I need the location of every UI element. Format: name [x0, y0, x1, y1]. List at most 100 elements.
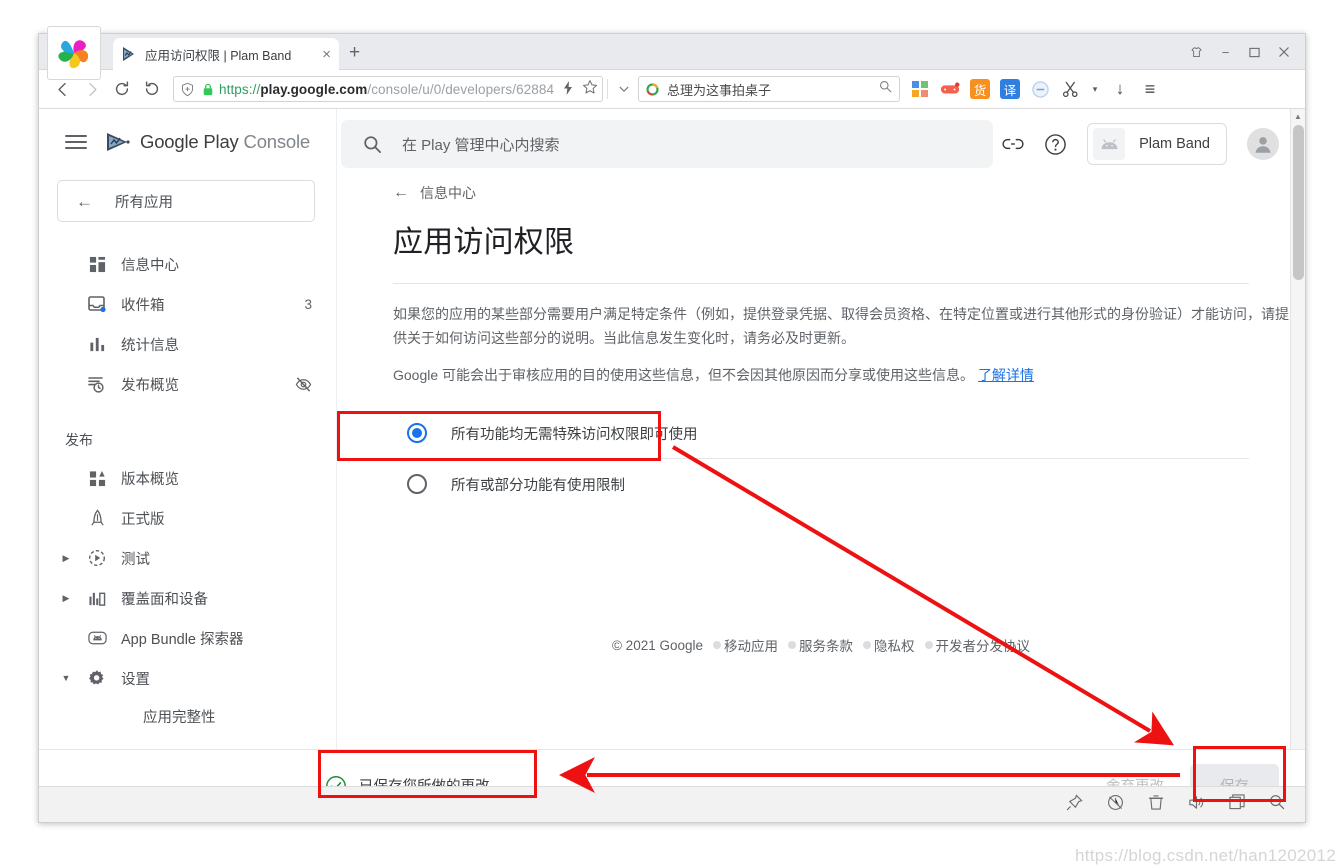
search-icon[interactable]	[879, 80, 892, 98]
link-icon[interactable]	[1002, 137, 1024, 151]
browser-window: 应用访问权限 | Plam Band × + − https://play.go…	[38, 26, 1306, 823]
search-icon[interactable]	[1269, 794, 1285, 815]
console-main: 在 Play 管理中心内搜索 Plam Band ← 信息中心 应用访问权限 如…	[337, 109, 1305, 821]
browser-tab[interactable]: 应用访问权限 | Plam Band ×	[113, 38, 339, 70]
title-divider	[393, 283, 1249, 284]
coupon-icon[interactable]: 货	[970, 79, 990, 99]
sidebar-item-reach-devices[interactable]: ▶ 覆盖面和设备	[39, 578, 336, 618]
sidebar-item-label: 版本概览	[121, 471, 179, 488]
sidebar-item-dashboard[interactable]: 信息中心	[39, 244, 336, 284]
game-controller-icon[interactable]	[940, 79, 960, 99]
footer-link-privacy[interactable]: 隐私权	[863, 635, 915, 655]
menu-icon[interactable]: ≡	[1140, 79, 1160, 99]
inbox-icon	[87, 294, 107, 314]
search-icon	[363, 135, 382, 154]
browser-extensions: 货 译 ▾ ↓ ≡	[910, 79, 1160, 99]
android-head-icon	[1093, 128, 1126, 160]
chevron-right-icon[interactable]: ▶	[59, 551, 73, 565]
pin-icon[interactable]	[1066, 793, 1083, 816]
publishing-overview-icon	[87, 374, 107, 394]
star-icon[interactable]	[582, 79, 598, 100]
hamburger-icon[interactable]	[65, 135, 87, 149]
sidebar-item-label: 设置	[121, 671, 150, 688]
radio-option-no-restrictions[interactable]: 所有功能均无需特殊访问权限即可使用	[393, 408, 1249, 458]
help-circle-icon[interactable]	[1044, 133, 1067, 156]
scrollbar-up-arrow[interactable]: ▲	[1291, 109, 1305, 124]
translate-icon[interactable]: 译	[1000, 79, 1020, 99]
new-tab-button[interactable]: +	[349, 43, 360, 62]
console-search-field[interactable]: 在 Play 管理中心内搜索	[341, 120, 993, 168]
trash-icon[interactable]	[1148, 794, 1164, 816]
footer-link-terms[interactable]: 服务条款	[788, 635, 853, 655]
sidebar-subitem-app-integrity[interactable]: 应用完整性	[39, 698, 336, 734]
reload-button[interactable]	[107, 74, 137, 104]
shirt-icon[interactable]	[1189, 45, 1204, 60]
footer-link-label[interactable]: 开发者分发协议	[936, 635, 1031, 655]
scissors-dropdown-icon[interactable]: ▾	[1090, 79, 1100, 99]
eye-off-icon	[295, 376, 312, 393]
gear-icon	[87, 668, 107, 688]
scrollbar-thumb[interactable]	[1293, 125, 1304, 280]
adblock-icon[interactable]	[1030, 79, 1050, 99]
address-bar-url: https://play.google.com/console/u/0/deve…	[219, 82, 554, 97]
scissors-icon[interactable]	[1060, 79, 1080, 99]
sidebar-item-app-bundle-explorer[interactable]: App Bundle 探索器	[39, 618, 336, 658]
minimize-button[interactable]: −	[1218, 45, 1233, 60]
browser-search-value: 总理为这事拍桌子	[667, 82, 772, 98]
chevron-right-icon[interactable]: ▶	[59, 591, 73, 605]
radio-option-restricted[interactable]: 所有或部分功能有使用限制	[393, 459, 1249, 509]
release-overview-icon	[87, 468, 107, 488]
breadcrumb-label: 信息中心	[420, 185, 476, 201]
shield-plus-icon[interactable]	[180, 82, 195, 97]
chevron-down-icon[interactable]: ▼	[59, 671, 73, 685]
close-button[interactable]	[1276, 45, 1291, 60]
breadcrumb[interactable]: ← 信息中心	[393, 183, 1305, 203]
footer-link-label[interactable]: 移动应用	[724, 635, 778, 655]
lightning-icon[interactable]	[562, 80, 574, 98]
sidebar-item-label: 发布概览	[121, 377, 179, 394]
console-brand-text: Google Play Console	[140, 131, 310, 153]
statistics-icon	[87, 334, 107, 354]
intro-paragraph-2-text: Google 可能会出于审核应用的目的使用这些信息，但不会因其他原因而分享或使用…	[393, 367, 975, 383]
sidebar-item-production[interactable]: 正式版	[39, 498, 336, 538]
sidebar-item-statistics[interactable]: 统计信息	[39, 324, 336, 364]
home-back-button[interactable]	[137, 74, 167, 104]
chevron-down-icon[interactable]	[612, 76, 636, 102]
app-selector-chip[interactable]: Plam Band	[1087, 123, 1227, 165]
watermark: https://blog.csdn.net/han1202012	[1074, 846, 1336, 865]
browser-logo-tile	[47, 26, 101, 80]
volume-icon[interactable]	[1188, 794, 1205, 816]
play-console-logo	[107, 133, 130, 151]
sidebar-item-testing[interactable]: ▶ 测试	[39, 538, 336, 578]
browser-search-box[interactable]: 总理为这事拍桌子	[638, 76, 900, 102]
download-glyph: ↓	[1115, 79, 1125, 98]
console-sidebar: Google Play Console ← 所有应用 信息中心 收件箱 3 统计…	[39, 109, 337, 821]
footer-link-label[interactable]: 服务条款	[799, 635, 853, 655]
sidebar-item-inbox[interactable]: 收件箱 3	[39, 284, 336, 324]
account-avatar-icon[interactable]	[1247, 128, 1279, 160]
maximize-button[interactable]	[1247, 45, 1262, 60]
console-topbar: 在 Play 管理中心内搜索 Plam Band	[337, 109, 1305, 179]
footer-bullet-icon	[713, 641, 721, 649]
all-apps-button[interactable]: ← 所有应用	[57, 180, 315, 222]
sidebar-item-label: 信息中心	[121, 257, 179, 274]
page-scrollbar[interactable]: ▲	[1290, 109, 1305, 821]
tab-close-icon[interactable]: ×	[322, 47, 331, 62]
address-bar[interactable]: https://play.google.com/console/u/0/deve…	[173, 76, 603, 102]
sidebar-item-release-overview[interactable]: 版本概览	[39, 458, 336, 498]
learn-more-link[interactable]: 了解详情	[978, 367, 1034, 383]
window-icon[interactable]	[1229, 794, 1245, 815]
sidebar-item-label: 正式版	[121, 511, 165, 528]
sidebar-item-publishing-overview[interactable]: 发布概览	[39, 364, 336, 404]
footer-bullet-icon	[924, 641, 933, 649]
shield-speed-icon[interactable]	[1107, 794, 1124, 816]
download-icon[interactable]: ↓	[1110, 79, 1130, 99]
apps-grid-icon[interactable]	[910, 79, 930, 99]
footer-link-developer-agreement[interactable]: 开发者分发协议	[924, 635, 1031, 655]
radio-unselected-icon[interactable]	[407, 474, 427, 494]
footer-link-mobile-apps[interactable]: 移动应用	[713, 635, 778, 655]
radio-selected-icon[interactable]	[407, 423, 427, 443]
footer-link-label[interactable]: 隐私权	[874, 635, 915, 655]
sidebar-item-settings[interactable]: ▼ 设置	[39, 658, 336, 698]
arrow-left-icon: ←	[76, 191, 93, 211]
